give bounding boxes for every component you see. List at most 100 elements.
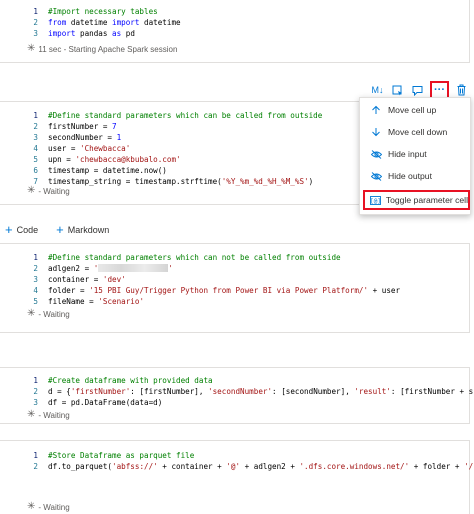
code-token: + adlgen2 + — [240, 462, 300, 471]
code-token: #Create dataframe with provided data — [48, 376, 213, 385]
code-token: 'Chewbacca' — [80, 144, 131, 153]
menu-item-move-cell-down[interactable]: Move cell down — [360, 122, 472, 142]
code-token: df = pd.DataFrame(data=d) — [48, 398, 163, 407]
code-token: #Import necessary tables — [48, 7, 158, 16]
code-token: '%Y_%m_%d_%H_%M_%S' — [221, 177, 309, 186]
code-token: pandas — [75, 29, 113, 38]
code-line: container = 'dev' — [48, 274, 126, 285]
code-token: + folder + — [409, 462, 465, 471]
add-code-label: Code — [16, 225, 39, 235]
line-number: 1 — [33, 451, 38, 460]
menu-item-toggle-parameter-cell[interactable]: [@] Toggle parameter cell — [363, 190, 470, 210]
add-markdown-label: Markdown — [67, 225, 110, 235]
cell-status: ✳ - Waiting — [27, 502, 70, 512]
code-token: 'Scenario' — [98, 297, 145, 306]
line-number: 2 — [33, 122, 38, 131]
code-token: adlgen2 = — [48, 264, 94, 273]
line-number: 2 — [33, 264, 38, 273]
code-token: + container + — [157, 462, 227, 471]
code-line: import pandas as pd — [48, 28, 135, 39]
code-token: + user — [368, 286, 401, 295]
code-token: datetime — [66, 18, 113, 27]
delete-cell-button[interactable] — [454, 83, 469, 98]
code-token: #Define standard parameters which can no… — [48, 253, 341, 262]
menu-item-move-cell-up[interactable]: Move cell up — [360, 100, 472, 120]
line-number: 1 — [33, 111, 38, 120]
line-number: 6 — [33, 166, 38, 175]
menu-item-hide-input[interactable]: Hide input — [360, 144, 472, 164]
add-code-cell-button[interactable]: + Code — [5, 223, 39, 236]
cell-status: ✳ 11 sec - Starting Apache Spark session — [27, 44, 177, 54]
code-editor[interactable]: 1 #Store Dataframe as parquet file 2 df.to_… — [0, 450, 473, 474]
cell-status: ✳ - Waiting — [27, 410, 70, 420]
code-token: #Store Dataframe as parquet file — [48, 451, 195, 460]
code-cell-5[interactable]: 1 #Store Dataframe as parquet file 2 df.to_… — [0, 440, 473, 514]
markdown-icon: M↓ — [371, 85, 384, 95]
arrow-down-icon — [367, 127, 385, 137]
menu-item-hide-output[interactable]: Hide output — [360, 166, 472, 186]
more-commands-menu: Move cell up Move cell down Hide input H… — [359, 97, 471, 215]
spinner-icon: ✳ — [27, 501, 36, 512]
code-line: #Define standard parameters which can no… — [48, 252, 341, 263]
code-cell-3[interactable]: 1 #Define standard parameters which can n… — [0, 243, 470, 333]
code-line: secondNumber = 1 — [48, 132, 121, 143]
code-token: '@' — [226, 462, 241, 471]
code-editor[interactable]: 1 #Import necessary tables 2 from datetime … — [0, 6, 470, 42]
code-token: fileName = — [48, 297, 99, 306]
eye-slash-icon — [367, 149, 385, 159]
line-number: 3 — [33, 133, 38, 142]
code-token: timestamp_string = timestamp.strftime( — [48, 177, 222, 186]
add-cell-bar: + Code + Markdown — [0, 222, 127, 237]
code-token: 'dev' — [102, 275, 126, 284]
code-line: #Create dataframe with provided data — [48, 375, 213, 386]
arrow-up-icon — [367, 105, 385, 115]
spinner-icon: ✳ — [27, 185, 36, 196]
line-number: 3 — [33, 398, 38, 407]
code-token: ) — [308, 177, 314, 186]
code-line: #Store Dataframe as parquet file — [48, 450, 194, 461]
more-icon: ··· — [434, 84, 445, 96]
code-token: upn = — [48, 155, 76, 164]
code-line: df = pd.DataFrame(data=d) — [48, 397, 162, 408]
code-token: : [firstNumber], — [130, 387, 209, 396]
comment-button[interactable] — [410, 83, 425, 98]
line-number: 1 — [33, 253, 38, 262]
code-token: 7 — [112, 122, 117, 131]
code-cell-4[interactable]: 1 #Create dataframe with provided data 2 d … — [0, 367, 474, 424]
code-editor[interactable]: 1 #Create dataframe with provided data 2 d … — [0, 375, 474, 411]
code-line: firstNumber = 7 — [48, 121, 117, 132]
code-line: #Import necessary tables — [48, 6, 158, 17]
code-line: timestamp = datetime.now() — [48, 165, 167, 176]
code-line: timestamp_string = timestamp.strftime('%… — [48, 176, 313, 187]
line-number: 5 — [33, 297, 38, 306]
code-line: fileName = 'Scenario' — [48, 296, 144, 307]
menu-item-label: Move cell up — [388, 105, 437, 115]
line-number: 3 — [33, 275, 38, 284]
code-editor[interactable]: 1 #Define standard parameters which can n… — [0, 252, 470, 310]
line-number: 2 — [33, 387, 38, 396]
code-line: from datetime import datetime — [48, 17, 181, 28]
add-markdown-cell-button[interactable]: + Markdown — [56, 222, 110, 237]
menu-item-label: Move cell down — [388, 127, 448, 137]
menu-item-label: Toggle parameter cell — [385, 195, 468, 205]
code-token: d = { — [48, 387, 71, 396]
code-token: : [firstNumber + s — [390, 387, 474, 396]
code-token: 'firstNumber' — [70, 387, 131, 396]
line-number: 1 — [33, 376, 38, 385]
line-number: 4 — [33, 144, 38, 153]
markdown-toggle-button[interactable]: M↓ — [370, 83, 385, 98]
code-token: datetime — [139, 18, 181, 27]
select-cell-button[interactable] — [390, 83, 405, 98]
code-token: df.to_parquet( — [48, 462, 113, 471]
line-number: 2 — [33, 18, 38, 27]
redacted-value — [98, 264, 169, 272]
code-token: container = — [48, 275, 103, 284]
code-cell-1[interactable]: 1 #Import necessary tables 2 from datetime … — [0, 0, 470, 63]
code-token: #Define standard parameters which can be… — [48, 111, 323, 120]
code-token: as — [112, 29, 122, 38]
code-line: df.to_parquet('abfss://' + container + '… — [48, 461, 473, 472]
line-number: 4 — [33, 286, 38, 295]
code-token: '/ — [464, 462, 474, 471]
code-token: 'result' — [354, 387, 391, 396]
plus-icon: + — [56, 222, 64, 237]
